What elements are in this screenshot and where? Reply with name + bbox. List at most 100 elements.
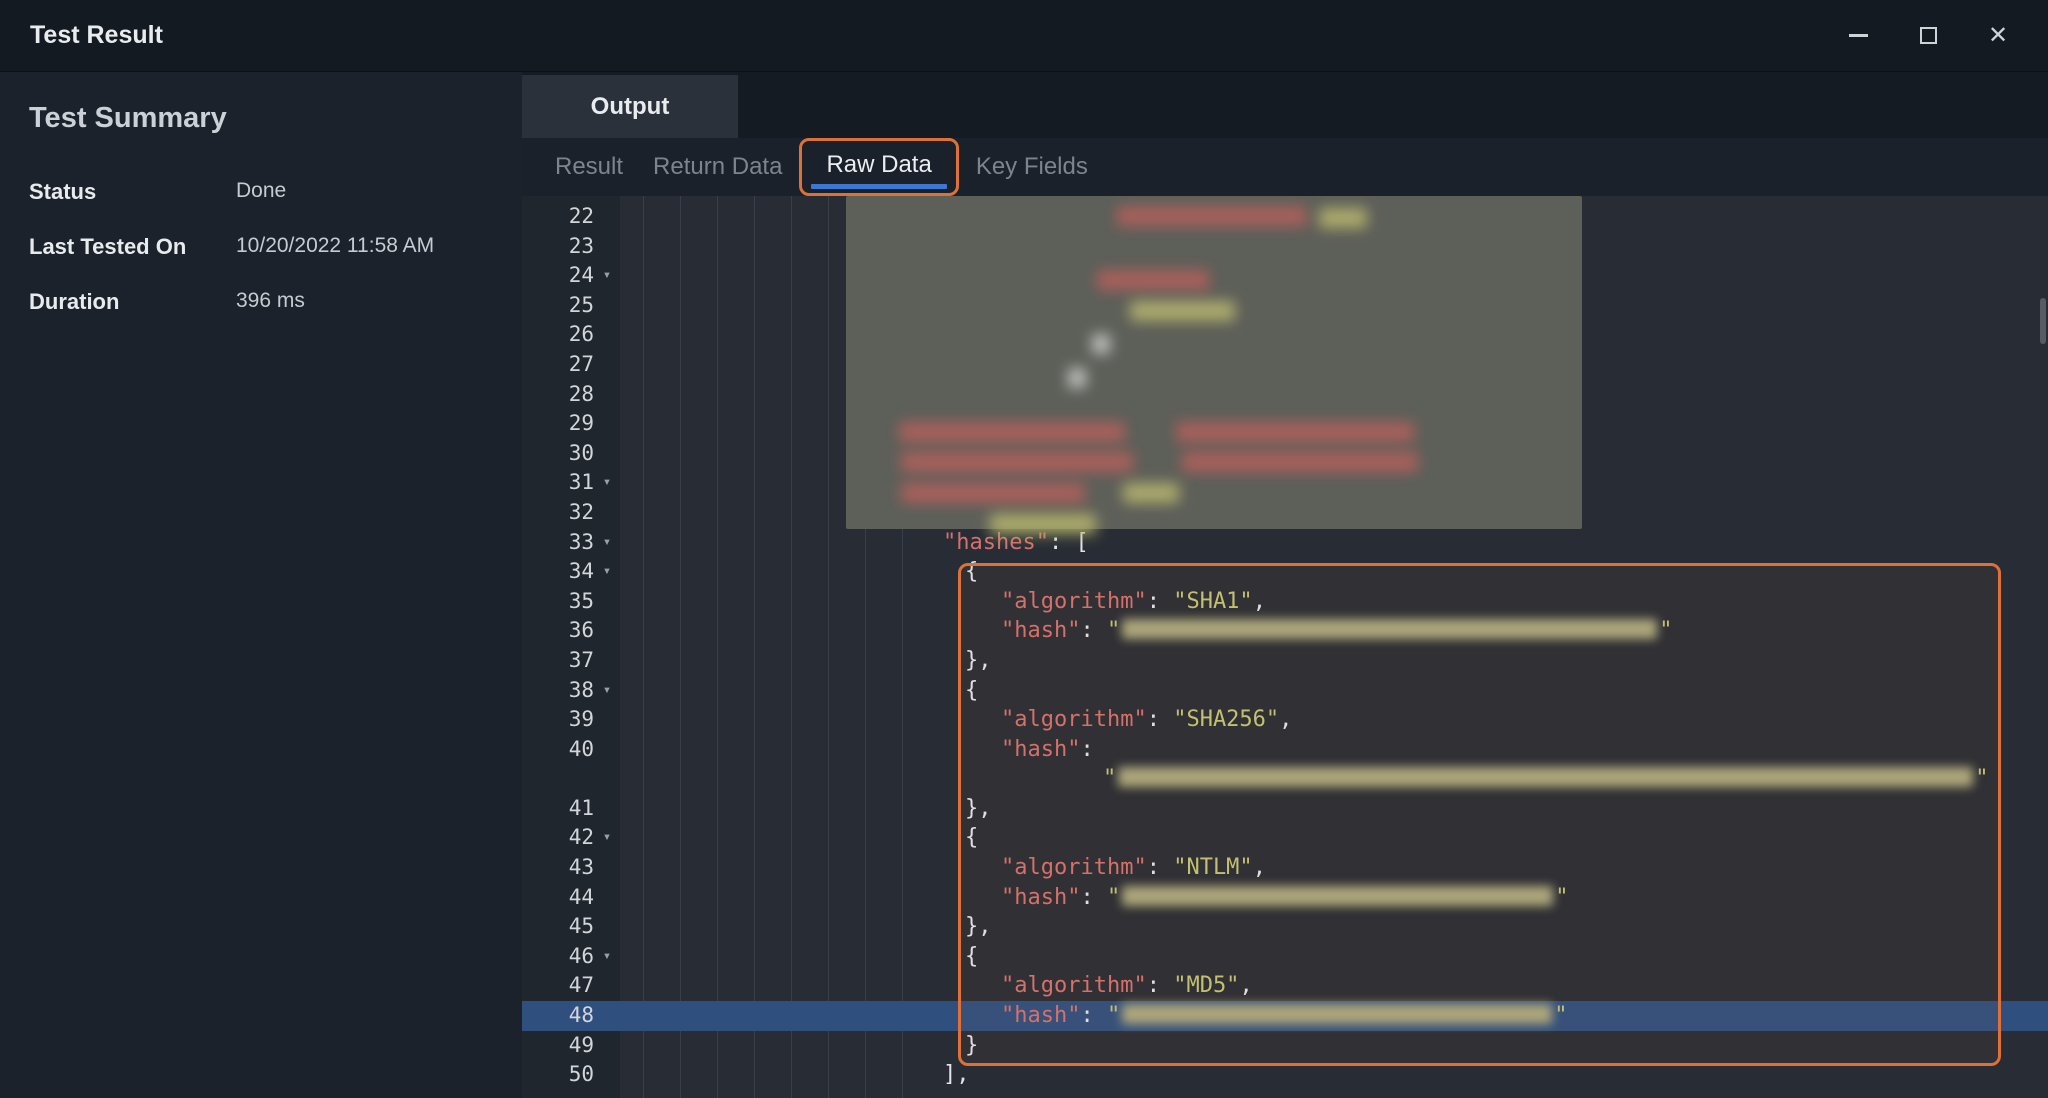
fold-spacer	[594, 971, 620, 1001]
json-string: "	[1107, 1003, 1120, 1028]
code-line-44[interactable]: 44"hash": ""	[522, 883, 2048, 913]
json-string: "	[1107, 618, 1120, 643]
fold-arrow-icon[interactable]: ▾	[594, 468, 620, 498]
line-number: 50	[522, 1060, 594, 1090]
code-line-36[interactable]: 36"hash": ""	[522, 616, 2048, 646]
editor-scrollbar[interactable]	[2038, 196, 2048, 1098]
redacted-blur-bar	[1117, 206, 1307, 226]
code-line-48[interactable]: 48"hash": ""	[522, 1001, 2048, 1031]
code-content[interactable]: {	[620, 676, 2048, 706]
fold-arrow-icon[interactable]: ▾	[594, 676, 620, 706]
code-line-42[interactable]: 42▾{	[522, 823, 2048, 853]
json-punct: },	[965, 648, 992, 673]
line-gutter: 40	[522, 735, 620, 765]
code-line-41[interactable]: 41},	[522, 794, 2048, 824]
fold-spacer	[594, 409, 620, 439]
code-line-50[interactable]: 50],	[522, 1060, 2048, 1090]
code-line-49[interactable]: 49}	[522, 1031, 2048, 1061]
code-content[interactable]: }	[620, 1031, 2048, 1061]
fold-spacer	[594, 380, 620, 410]
code-line-47[interactable]: 47"algorithm": "MD5",	[522, 971, 2048, 1001]
fold-arrow-icon[interactable]: ▾	[594, 823, 620, 853]
line-number: 23	[522, 232, 594, 262]
summary-value: 10/20/2022 11:58 AM	[236, 234, 434, 260]
subtab-result[interactable]: Result	[540, 141, 638, 193]
json-string: "SHA1"	[1173, 589, 1252, 614]
json-key: "hash"	[1001, 737, 1080, 762]
json-key: "algorithm"	[1001, 973, 1147, 998]
output-panel: Output ResultReturn DataRaw DataKey Fiel…	[522, 72, 2048, 1098]
fold-arrow-icon[interactable]: ▾	[594, 528, 620, 558]
code-content[interactable]: ],	[620, 1060, 2048, 1090]
close-button[interactable]: ✕	[1978, 16, 2018, 56]
json-punct: :	[1147, 707, 1174, 732]
code-content[interactable]: "hash":	[620, 735, 2048, 765]
line-number: 40	[522, 735, 594, 765]
redacted-blur-bar	[1097, 270, 1209, 290]
json-string: "	[1103, 766, 1116, 791]
code-line-46[interactable]: 46▾{	[522, 942, 2048, 972]
line-gutter: 26	[522, 320, 620, 350]
fold-arrow-icon[interactable]: ▾	[594, 942, 620, 972]
code-line-35[interactable]: 35"algorithm": "SHA1",	[522, 587, 2048, 617]
code-content[interactable]: {	[620, 823, 2048, 853]
maximize-button[interactable]	[1908, 16, 1948, 56]
code-line-43[interactable]: 43"algorithm": "NTLM",	[522, 853, 2048, 883]
code-content[interactable]: {	[620, 942, 2048, 972]
code-content[interactable]: ""	[620, 764, 2048, 794]
fold-spacer	[594, 1031, 620, 1061]
line-number: 25	[522, 291, 594, 321]
code-content[interactable]: "algorithm": "MD5",	[620, 971, 2048, 1001]
fold-spacer	[594, 202, 620, 232]
line-gutter: 50	[522, 1060, 620, 1090]
subtab-key-fields[interactable]: Key Fields	[961, 141, 1103, 193]
code-content[interactable]: "algorithm": "SHA256",	[620, 705, 2048, 735]
code-content[interactable]: "hash": ""	[620, 883, 2048, 913]
raw-data-editor[interactable]: 222324▾25262728293031▾3233▾"hashes": [34…	[522, 196, 2048, 1098]
subtab-return-data[interactable]: Return Data	[638, 141, 797, 193]
code-line-45[interactable]: 45},	[522, 912, 2048, 942]
line-gutter: 49	[522, 1031, 620, 1061]
code-content[interactable]: "hash": ""	[620, 1001, 2048, 1031]
code-line-34[interactable]: 34▾{	[522, 557, 2048, 587]
fold-spacer	[594, 616, 620, 646]
line-gutter: 48	[522, 1001, 620, 1031]
line-gutter	[522, 764, 620, 794]
code-content[interactable]: "hash": ""	[620, 616, 2048, 646]
code-content[interactable]: "hashes": [	[620, 528, 2048, 558]
code-content[interactable]: },	[620, 912, 2048, 942]
line-gutter: 41	[522, 794, 620, 824]
code-content[interactable]: {	[620, 557, 2048, 587]
fold-arrow-icon[interactable]: ▾	[594, 261, 620, 291]
code-line-39[interactable]: 39 "algorithm": "SHA256",	[522, 705, 2048, 735]
code-line-wrap[interactable]: ""	[522, 764, 2048, 794]
window-controls: ✕	[1838, 16, 2018, 56]
minimize-button[interactable]	[1838, 16, 1878, 56]
code-line-40[interactable]: 40 "hash":	[522, 735, 2048, 765]
line-gutter: 36	[522, 616, 620, 646]
fold-spacer	[594, 735, 620, 765]
fold-arrow-icon[interactable]: ▾	[594, 557, 620, 587]
json-punct: },	[965, 914, 992, 939]
line-gutter: 25	[522, 291, 620, 321]
code-content[interactable]: "algorithm": "SHA1",	[620, 587, 2048, 617]
line-gutter: 33▾	[522, 528, 620, 558]
code-content[interactable]: "algorithm": "NTLM",	[620, 853, 2048, 883]
scrollbar-thumb[interactable]	[2040, 298, 2046, 344]
code-line-33[interactable]: 33▾"hashes": [	[522, 528, 2048, 558]
tab-output[interactable]: Output	[522, 75, 738, 138]
fold-spacer	[594, 291, 620, 321]
subtab-raw-data[interactable]: Raw Data	[799, 138, 958, 196]
json-punct: :	[1147, 973, 1174, 998]
code-content[interactable]: },	[620, 794, 2048, 824]
fold-spacer	[594, 439, 620, 469]
code-line-38[interactable]: 38▾{	[522, 676, 2048, 706]
code-line-37[interactable]: 37},	[522, 646, 2048, 676]
line-gutter: 24▾	[522, 261, 620, 291]
line-number: 39	[522, 705, 594, 735]
fold-spacer	[594, 912, 620, 942]
redacted-hash-value	[1122, 886, 1553, 906]
maximize-icon	[1920, 27, 1937, 44]
code-content[interactable]: },	[620, 646, 2048, 676]
json-punct: ,	[1279, 707, 1292, 732]
